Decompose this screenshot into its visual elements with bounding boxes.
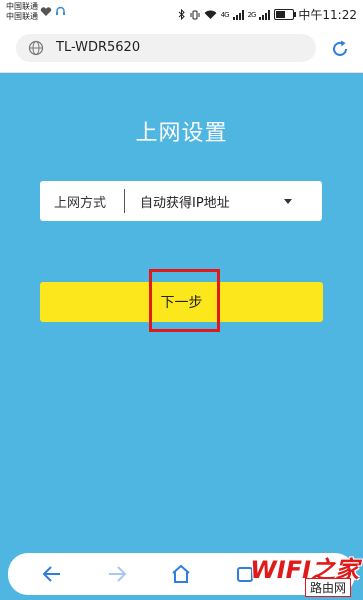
- vibrate-icon: [190, 10, 200, 19]
- health-heart-icon: [40, 7, 52, 17]
- wifi-icon: [204, 10, 217, 19]
- connection-type-label: 上网方式: [54, 196, 107, 211]
- network-label-2: 2G: [247, 10, 257, 19]
- headset-icon: [56, 6, 66, 15]
- clock: 中午11:22: [298, 8, 357, 22]
- globe-icon: [28, 40, 44, 56]
- network-label-1: 4G: [220, 10, 230, 19]
- connection-type-select[interactable]: 上网方式 自动获得IP地址: [40, 181, 322, 221]
- carrier-line-2: 中国联通: [6, 12, 38, 21]
- home-icon[interactable]: [170, 563, 192, 585]
- status-bar: 中国联通 中国联通 4G 2G 中午11:22: [0, 0, 363, 26]
- dropdown-arrow-icon: [284, 199, 292, 204]
- address-bar[interactable]: TL-WDR5620: [16, 34, 316, 62]
- browser-toolbar: TL-WDR5620: [0, 26, 363, 73]
- page-title: 上网设置: [135, 121, 228, 146]
- url-text: TL-WDR5620: [56, 40, 141, 55]
- refresh-icon[interactable]: [329, 38, 351, 60]
- status-right: 4G 2G 中午11:22: [178, 6, 357, 23]
- carrier-info: 中国联通 中国联通: [6, 2, 38, 22]
- main-content: 上网设置 上网方式 自动获得IP地址 下一步: [0, 73, 363, 553]
- watermark-subtitle: 路由网: [304, 578, 351, 597]
- select-divider: [124, 189, 125, 213]
- battery-icon: [274, 9, 297, 20]
- back-arrow-icon[interactable]: [41, 563, 63, 585]
- bluetooth-icon: [178, 9, 185, 20]
- signal-icon-2: [259, 9, 271, 20]
- carrier-line-1: 中国联通: [6, 2, 38, 11]
- highlight-box: [149, 269, 220, 332]
- connection-type-value: 自动获得IP地址: [140, 196, 230, 211]
- forward-arrow-icon[interactable]: [106, 563, 128, 585]
- watermark: WIFI之家 路由网: [239, 550, 359, 597]
- notification-icons: [40, 6, 66, 20]
- signal-icon-1: [232, 9, 244, 20]
